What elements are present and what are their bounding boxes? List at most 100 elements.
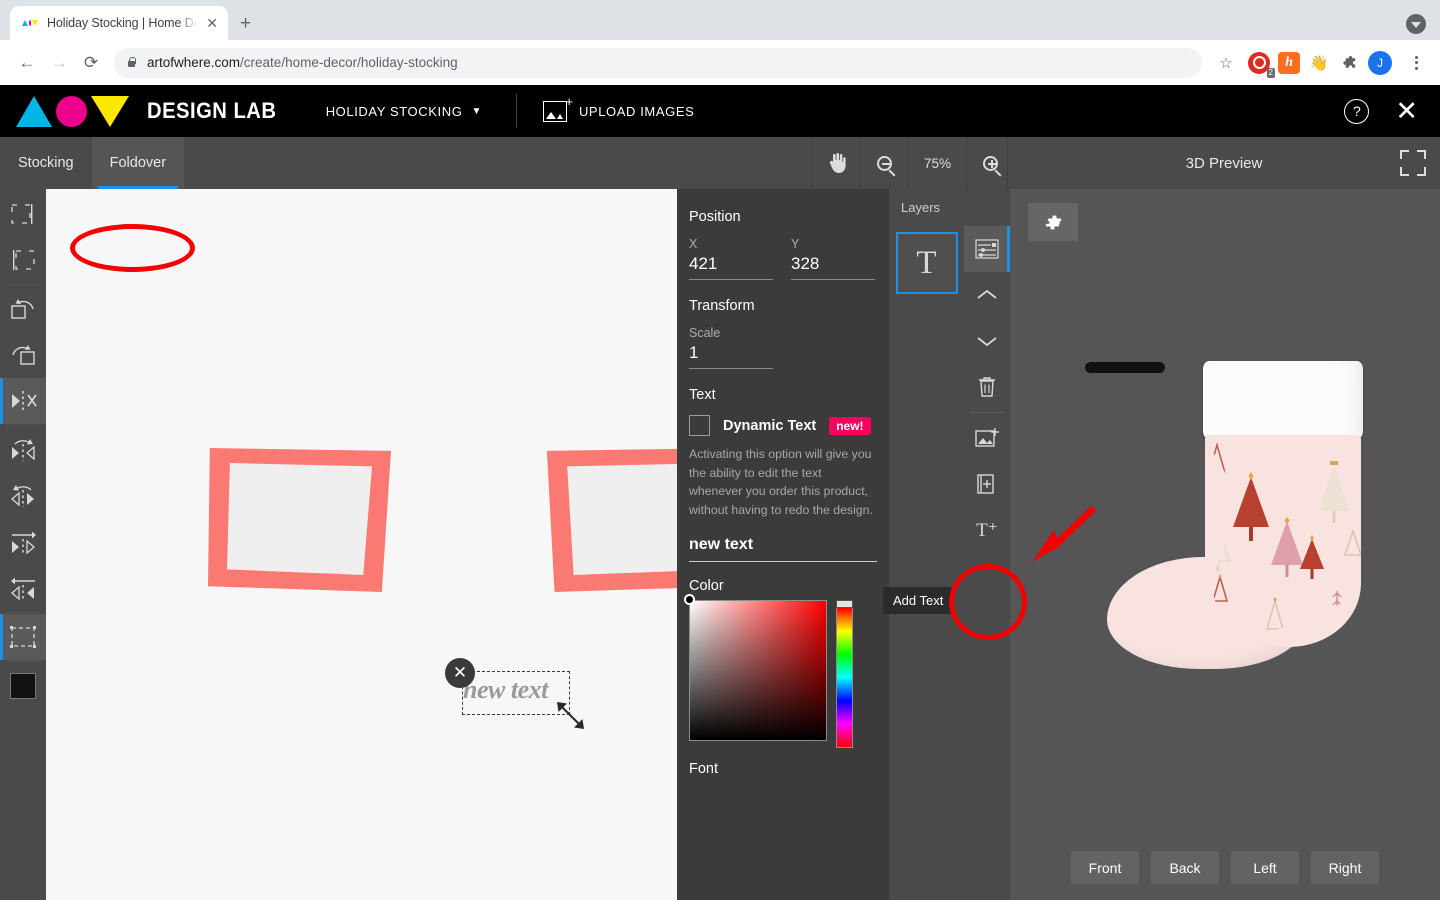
browser-tab-strip: Holiday Stocking | Home Decor ✕ + bbox=[0, 0, 1440, 40]
hue-slider[interactable] bbox=[836, 599, 853, 748]
view-left-button[interactable]: Left bbox=[1231, 851, 1299, 884]
view-right-button[interactable]: Right bbox=[1311, 851, 1379, 884]
view-front-button[interactable]: Front bbox=[1071, 851, 1139, 884]
sub-toolbar: Stocking Foldover 75% 3D Preview bbox=[0, 137, 1440, 189]
font-label: Font bbox=[689, 760, 719, 777]
fullscreen-icon[interactable] bbox=[1400, 150, 1426, 176]
x-field[interactable]: X 421 bbox=[689, 237, 773, 280]
y-value[interactable]: 328 bbox=[791, 254, 875, 279]
layer-properties-icon[interactable] bbox=[964, 226, 1010, 272]
rotate-left-icon[interactable] bbox=[0, 286, 46, 332]
honey-extension-icon[interactable]: h bbox=[1278, 51, 1300, 74]
align-left-edge-icon[interactable] bbox=[0, 191, 46, 237]
bookmark-star-icon[interactable]: ☆ bbox=[1212, 49, 1240, 77]
delete-object-button[interactable]: ✕ bbox=[445, 658, 475, 688]
chevron-down-icon[interactable] bbox=[1406, 14, 1426, 34]
left-tool-rail bbox=[0, 189, 46, 900]
layer-item-text[interactable]: T bbox=[895, 232, 958, 294]
mirror-horizontal-alt-icon[interactable] bbox=[0, 473, 46, 519]
browser-menu-icon[interactable] bbox=[1404, 55, 1428, 70]
new-badge: new! bbox=[829, 416, 871, 435]
view-tabs: Stocking Foldover bbox=[0, 137, 185, 189]
color-label: Color bbox=[689, 577, 724, 594]
new-tab-button[interactable]: + bbox=[240, 14, 251, 33]
stocking-cuff bbox=[1203, 361, 1363, 439]
tabstrip-right bbox=[1406, 14, 1426, 34]
resize-handle[interactable] bbox=[554, 699, 588, 733]
zoom-controls: 75% bbox=[812, 137, 1014, 189]
layers-panel: Layers T bbox=[889, 189, 964, 900]
delete-layer-icon[interactable] bbox=[964, 364, 1010, 410]
reload-button[interactable]: ⟳ bbox=[76, 48, 106, 78]
close-icon[interactable]: ✕ bbox=[1395, 97, 1418, 125]
preview-title: 3D Preview bbox=[1007, 137, 1440, 189]
profile-avatar[interactable]: J bbox=[1368, 50, 1392, 75]
extensions-row: 2 h 👋 J bbox=[1248, 50, 1428, 78]
rotate-right-icon[interactable] bbox=[0, 332, 46, 378]
forward-button[interactable]: → bbox=[44, 48, 74, 78]
back-button[interactable]: ← bbox=[12, 48, 42, 78]
browser-tab-title: Holiday Stocking | Home Decor bbox=[47, 16, 198, 30]
dynamic-text-row[interactable]: Dynamic Text new! bbox=[689, 415, 877, 436]
tab-stocking[interactable]: Stocking bbox=[0, 137, 92, 189]
product-selector[interactable]: HOLIDAY STOCKING ▼ bbox=[326, 104, 482, 119]
saturation-value-box[interactable] bbox=[684, 593, 827, 741]
scale-label: Scale bbox=[689, 326, 721, 340]
address-bar[interactable]: artofwhere.com/create/home-decor/holiday… bbox=[114, 47, 1202, 78]
move-layer-down-icon[interactable] bbox=[964, 318, 1010, 364]
y-field[interactable]: Y 328 bbox=[791, 237, 875, 280]
brand-title: DESIGN LAB bbox=[147, 98, 277, 123]
color-swatch-button[interactable] bbox=[0, 663, 46, 709]
dynamic-text-help: Activating this option will give you the… bbox=[689, 447, 873, 518]
flip-close-icon[interactable] bbox=[0, 378, 46, 424]
fit-to-area-icon[interactable] bbox=[0, 614, 46, 660]
color-picker-handle[interactable] bbox=[684, 593, 695, 605]
browser-tab[interactable]: Holiday Stocking | Home Decor ✕ bbox=[10, 6, 228, 40]
x-value[interactable]: 421 bbox=[689, 254, 773, 279]
pan-hand-icon[interactable] bbox=[812, 137, 860, 189]
view-back-button[interactable]: Back bbox=[1151, 851, 1219, 884]
scale-value[interactable]: 1 bbox=[689, 343, 773, 368]
app-body: new text ✕ Position X 421 Y 328 Transfor… bbox=[0, 189, 1440, 900]
color-picker[interactable] bbox=[684, 593, 877, 748]
design-canvas[interactable]: new text ✕ bbox=[46, 189, 677, 900]
gear-icon[interactable] bbox=[1028, 203, 1078, 241]
wave-extension-icon[interactable]: 👋 bbox=[1308, 52, 1330, 74]
rail-divider bbox=[970, 412, 1004, 413]
dynamic-text-label: Dynamic Text bbox=[723, 417, 817, 434]
preview-title-label: 3D Preview bbox=[1185, 154, 1263, 172]
preview-3d-panel[interactable]: Front Back Left Right bbox=[1010, 189, 1440, 900]
dynamic-text-checkbox[interactable] bbox=[689, 415, 710, 436]
browser-toolbar: ← → ⟳ artofwhere.com/create/home-decor/h… bbox=[0, 40, 1440, 85]
adblock-extension-icon[interactable]: 2 bbox=[1248, 51, 1275, 78]
view-buttons: Front Back Left Right bbox=[1010, 851, 1440, 884]
tab-foldover[interactable]: Foldover bbox=[91, 137, 185, 189]
distribute-left-icon[interactable] bbox=[0, 565, 46, 611]
product-name: HOLIDAY STOCKING bbox=[325, 103, 463, 119]
mirror-horizontal-icon[interactable] bbox=[0, 427, 46, 473]
puzzle-extensions-icon[interactable] bbox=[1338, 52, 1360, 74]
align-right-edge-icon[interactable] bbox=[0, 237, 46, 283]
text-section-label: Text bbox=[689, 387, 716, 403]
zoom-out-icon[interactable] bbox=[860, 137, 908, 189]
add-text-tooltip: Add Text bbox=[883, 587, 954, 614]
rail-divider bbox=[6, 661, 40, 662]
close-tab-icon[interactable]: ✕ bbox=[206, 16, 218, 30]
text-value-input[interactable]: new text bbox=[689, 536, 877, 561]
canvas-shape-left-inner bbox=[227, 463, 372, 575]
x-label: X bbox=[689, 237, 698, 251]
add-shape-icon[interactable] bbox=[964, 461, 1010, 507]
zoom-level[interactable]: 75% bbox=[908, 137, 966, 189]
layers-title: Layers bbox=[901, 200, 941, 215]
hue-slider-handle[interactable] bbox=[836, 599, 853, 608]
scale-field[interactable]: Scale 1 bbox=[689, 326, 773, 369]
move-layer-up-icon[interactable] bbox=[964, 272, 1010, 318]
current-color-swatch[interactable] bbox=[10, 673, 36, 699]
add-text-icon[interactable]: T⁺ bbox=[964, 507, 1010, 553]
help-icon[interactable]: ? bbox=[1344, 98, 1370, 124]
upload-images-button[interactable]: + UPLOAD IMAGES bbox=[542, 94, 694, 122]
layer-actions-rail: T⁺ bbox=[964, 189, 1010, 900]
add-image-icon[interactable] bbox=[964, 415, 1010, 461]
distribute-right-icon[interactable] bbox=[0, 519, 46, 565]
header-right: ? ✕ bbox=[1344, 97, 1440, 125]
